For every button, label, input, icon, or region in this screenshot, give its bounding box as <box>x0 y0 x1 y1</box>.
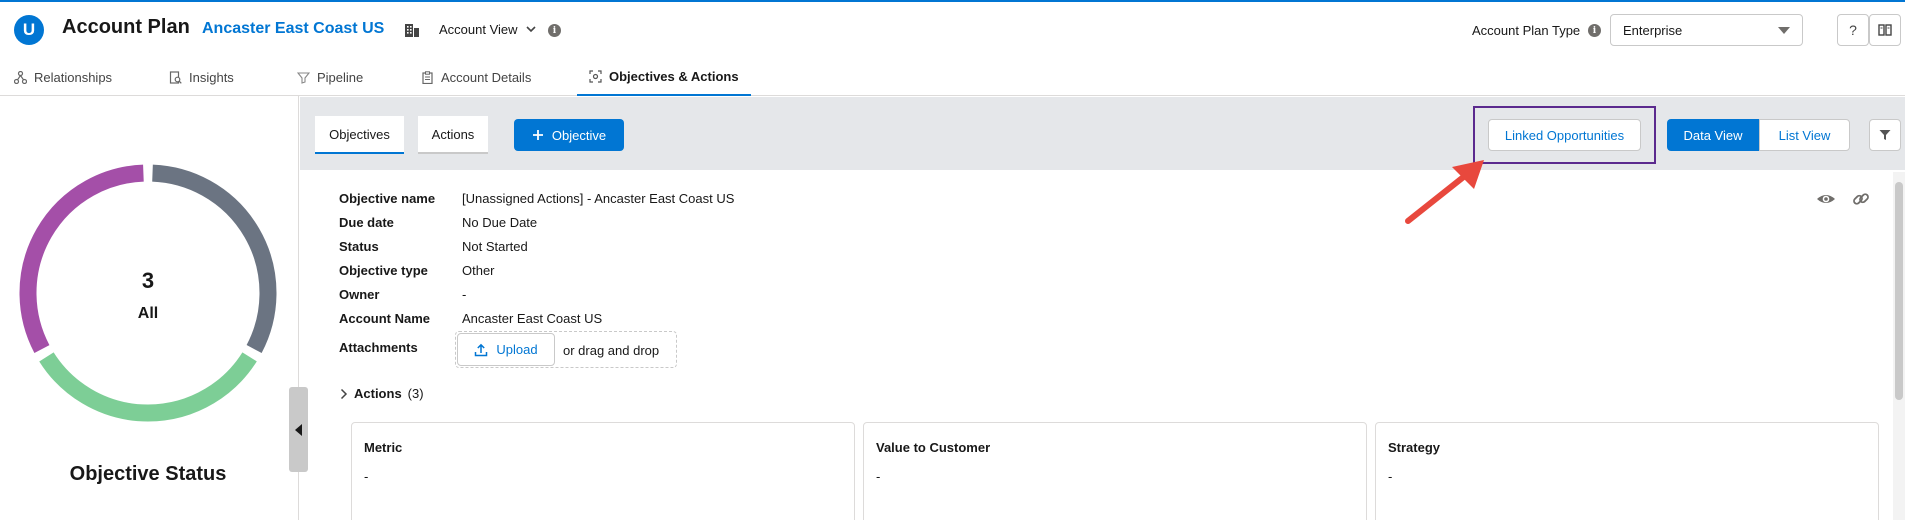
tab-pipeline[interactable]: Pipeline <box>297 58 363 96</box>
card-title: Value to Customer <box>876 440 991 455</box>
book-button[interactable] <box>1869 14 1901 46</box>
building-icon <box>405 24 419 37</box>
account-name-link[interactable]: Ancaster East Coast US <box>202 20 384 38</box>
tab-relationships[interactable]: Relationships <box>14 58 112 96</box>
value-to-customer-card: Value to Customer - <box>863 422 1367 520</box>
scrollbar-thumb[interactable] <box>1895 182 1903 400</box>
upload-icon <box>475 343 488 356</box>
tab-label: Relationships <box>34 69 113 85</box>
actions-section-title: Actions <box>354 386 402 401</box>
tab-actions[interactable]: Actions <box>418 116 488 154</box>
info-icon[interactable]: i <box>1588 24 1601 37</box>
objective-status-panel: 3 All Objective Status <box>0 96 299 520</box>
tab-objectives[interactable]: Objectives <box>315 116 404 154</box>
card-title: Strategy <box>1388 440 1441 455</box>
donut-segment-1[interactable] <box>39 352 257 422</box>
filter-icon <box>1879 130 1891 140</box>
detail-value: [Unassigned Actions] - Ancaster East Coa… <box>462 191 735 206</box>
pipeline-icon <box>297 71 310 84</box>
detail-label: Owner <box>339 287 380 302</box>
detail-label: Due date <box>339 215 394 230</box>
card-value: - <box>1388 469 1393 484</box>
plan-type-value: Enterprise <box>1623 23 1683 38</box>
annotation-arrow <box>1405 160 1484 224</box>
relationships-icon <box>14 70 27 84</box>
plan-type-select[interactable]: Enterprise <box>1610 14 1803 46</box>
page-title: Account Plan <box>62 16 190 38</box>
eye-icon[interactable] <box>1816 189 1836 209</box>
upload-label: Upload <box>496 342 538 357</box>
help-button[interactable]: ? <box>1837 14 1869 46</box>
info-icon[interactable]: i <box>548 24 561 37</box>
detail-value: - <box>462 287 467 302</box>
detail-label: Status <box>339 239 379 254</box>
detail-value: Ancaster East Coast US <box>462 311 603 326</box>
add-objective-label: Objective <box>551 127 607 143</box>
vertical-scrollbar[interactable] <box>1893 172 1905 520</box>
view-selector-label: Account View <box>439 22 518 37</box>
tab-label: Account Details <box>441 69 532 85</box>
book-icon <box>1878 24 1892 36</box>
chevron-down-icon <box>525 26 536 33</box>
card-title: Metric <box>364 440 403 455</box>
panel-title: Objective Status <box>69 463 227 485</box>
actions-section-count: (3) <box>407 386 424 401</box>
caret-down-icon <box>1778 27 1790 34</box>
data-view-button[interactable]: Data View <box>1667 119 1759 151</box>
collapse-panel-button[interactable] <box>289 387 308 472</box>
plus-icon <box>532 130 543 140</box>
donut-label: All <box>137 305 159 322</box>
add-objective-button[interactable]: Objective <box>514 119 624 151</box>
drag-drop-text: or drag and drop <box>563 343 660 358</box>
app-header: U Account Plan Ancaster East Coast US Ac… <box>0 2 1905 58</box>
list-view-button[interactable]: List View <box>1759 119 1850 151</box>
metric-card: Metric - <box>351 422 855 520</box>
upload-button[interactable]: Upload <box>457 333 555 366</box>
strategy-card: Strategy - <box>1375 422 1879 520</box>
clipboard-icon <box>422 70 433 84</box>
nav-tabs: Relationships Insights Pipeline Account … <box>0 58 1905 96</box>
detail-label: Account Name <box>339 311 431 326</box>
filter-button[interactable] <box>1869 119 1901 151</box>
tab-insights[interactable]: Insights <box>169 58 234 96</box>
detail-value: Not Started <box>462 239 528 254</box>
tab-label: Objectives & Actions <box>609 68 739 84</box>
detail-label: Attachments <box>339 340 418 355</box>
detail-value: Other <box>462 263 495 278</box>
plan-type-label: Account Plan Type <box>1472 23 1581 38</box>
actions-section-toggle[interactable]: Actions (3) <box>340 386 424 401</box>
donut-count: 3 <box>141 268 155 293</box>
tab-label: Insights <box>189 69 234 85</box>
linked-opportunities-button[interactable]: Linked Opportunities <box>1488 119 1641 151</box>
chevron-left-icon <box>295 423 302 436</box>
detail-label: Objective name <box>339 191 436 206</box>
card-value: - <box>876 469 881 484</box>
chevron-right-icon <box>340 388 348 399</box>
tab-objectives-actions[interactable]: Objectives & Actions <box>577 58 751 96</box>
help-icon: ? <box>1849 22 1857 38</box>
insights-icon <box>169 70 182 84</box>
objectives-toolbar: Objectives Actions Objective Linked Oppo… <box>300 97 1905 170</box>
objectives-icon <box>589 69 602 83</box>
link-icon[interactable] <box>1851 189 1871 209</box>
app-logo: U <box>14 15 44 45</box>
card-value: - <box>364 469 369 484</box>
tab-account-details[interactable]: Account Details <box>421 58 531 96</box>
detail-value: No Due Date <box>462 215 538 230</box>
view-selector[interactable]: Account View <box>439 22 536 37</box>
tab-label: Pipeline <box>317 69 364 85</box>
detail-label: Objective type <box>339 263 428 278</box>
